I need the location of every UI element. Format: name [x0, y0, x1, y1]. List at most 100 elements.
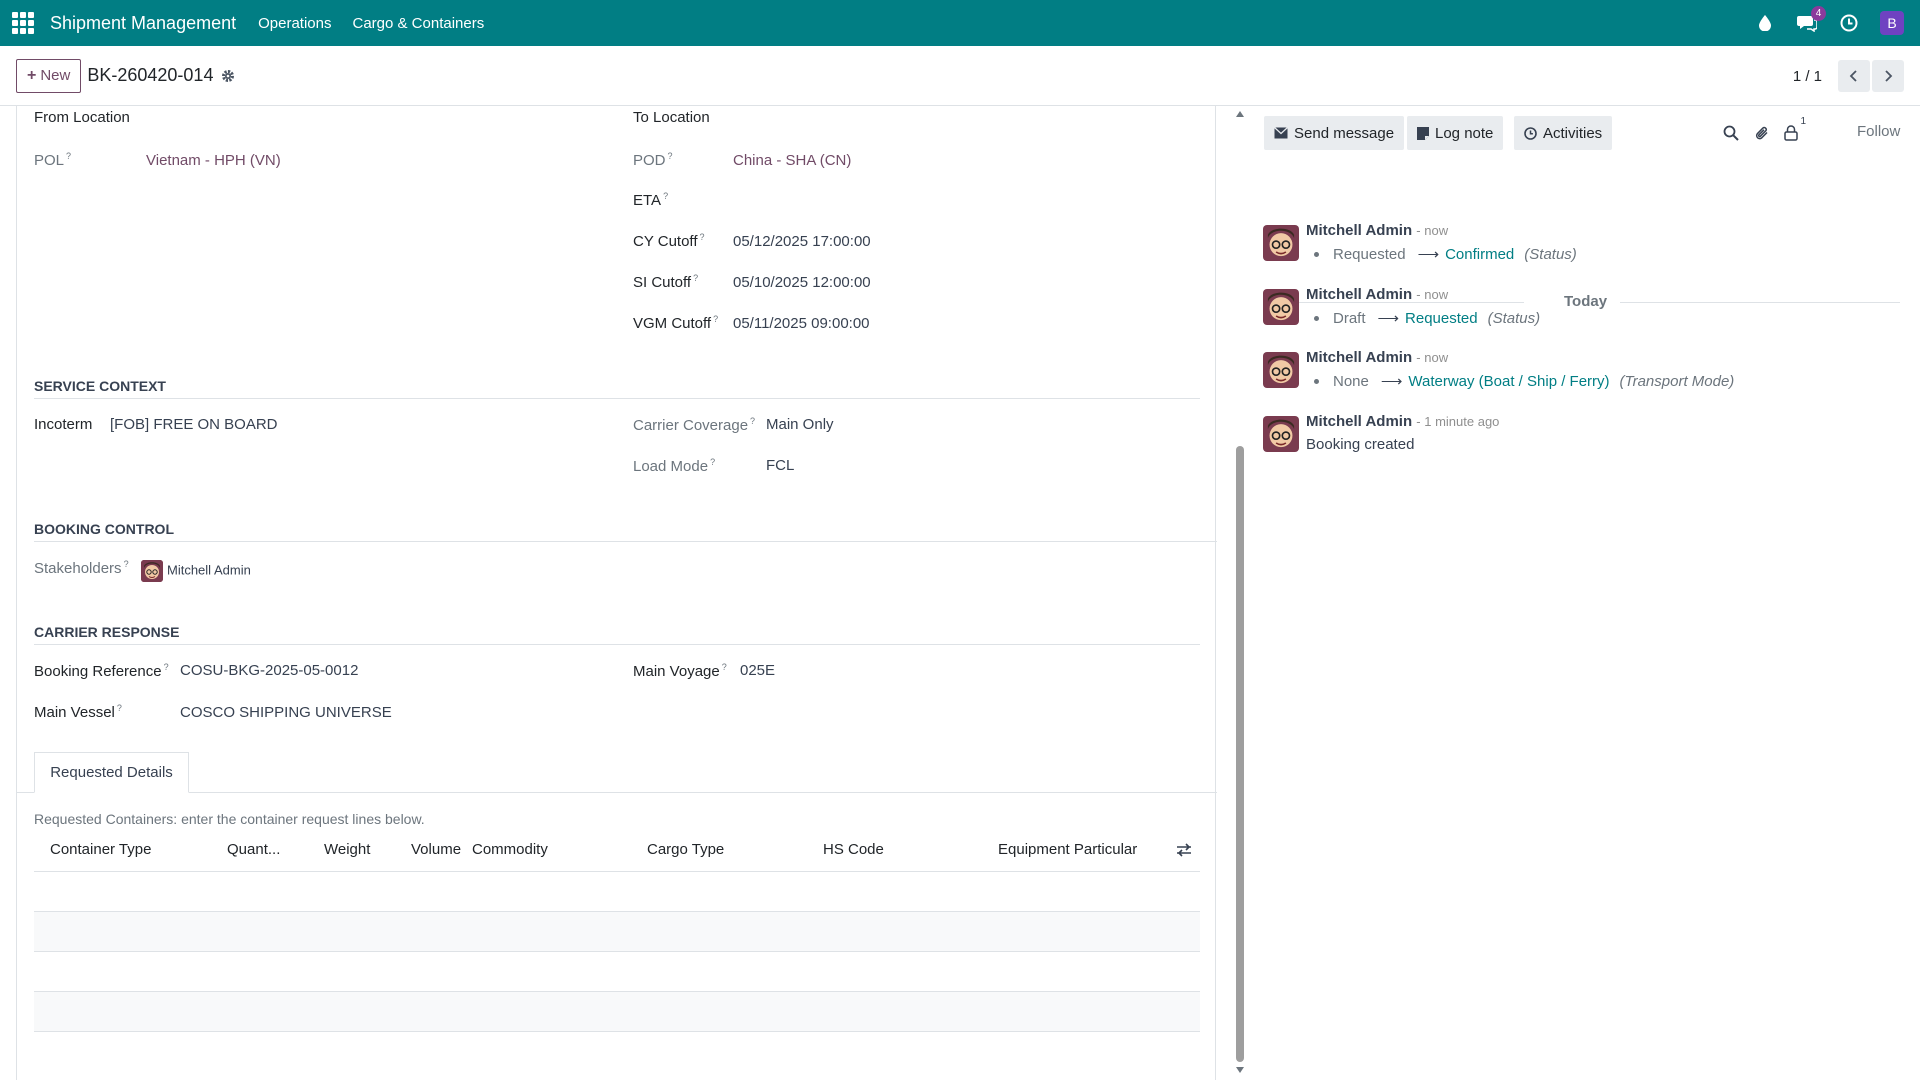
message-author[interactable]: Mitchell Admin - now	[1306, 286, 1448, 303]
column-cargo-type[interactable]: Cargo Type	[647, 841, 724, 858]
scroll-up-arrow-icon[interactable]	[1234, 108, 1246, 120]
log-note-button[interactable]: Log note	[1407, 116, 1504, 150]
menu-cargo-containers[interactable]: Cargo & Containers	[352, 15, 484, 32]
app-brand[interactable]: Shipment Management	[50, 13, 236, 34]
send-message-label: Send message	[1294, 124, 1395, 142]
followers-button[interactable]: 1	[1780, 116, 1806, 144]
follow-button[interactable]: Follow	[1857, 123, 1900, 140]
pod-label: POD?	[633, 151, 673, 169]
stakeholders-label: Stakeholders?	[34, 559, 129, 577]
tab-bar-divider	[17, 792, 1217, 793]
stakeholder-tag[interactable]: Mitchell Admin	[141, 560, 251, 582]
chevron-left-icon	[1849, 70, 1857, 82]
carrier-coverage-field[interactable]: Main Only	[766, 416, 834, 433]
pol-field[interactable]: Vietnam - HPH (VN)	[146, 152, 281, 169]
gear-icon[interactable]	[221, 69, 235, 83]
section-divider	[34, 398, 1200, 399]
eta-field[interactable]	[733, 186, 1193, 212]
droplet-icon[interactable]	[1754, 12, 1776, 34]
arrow-right-icon: ⟶	[1377, 310, 1400, 327]
main-vessel-field[interactable]: COSCO SHIPPING UNIVERSE	[180, 704, 392, 721]
table-row[interactable]	[34, 872, 1200, 912]
cy-cutoff-label: CY Cutoff?	[633, 232, 705, 250]
control-panel: + New BK-260420-014 1 / 1	[0, 46, 1920, 106]
form-scrollbar[interactable]	[1232, 106, 1248, 1080]
followers-count: 1	[1800, 116, 1806, 127]
arrow-right-icon: ⟶	[1417, 246, 1440, 263]
table-row[interactable]	[34, 912, 1200, 952]
today-label: Today	[1564, 293, 1608, 310]
column-equipment-particular[interactable]: Equipment Particular	[998, 841, 1137, 858]
avatar[interactable]	[1263, 352, 1299, 388]
message-author[interactable]: Mitchell Admin - now	[1306, 222, 1448, 239]
activities-button[interactable]: Activities	[1514, 116, 1613, 150]
new-button[interactable]: + New	[16, 58, 82, 93]
incoterm-field[interactable]: [FOB] FREE ON BOARD	[110, 416, 278, 433]
log-note-label: Log note	[1435, 124, 1494, 142]
load-mode-label: Load Mode?	[633, 457, 716, 475]
paperclip-icon[interactable]	[1751, 122, 1773, 144]
column-weight[interactable]: Weight	[324, 841, 370, 858]
table-row[interactable]	[34, 992, 1200, 1032]
main-vessel-label: Main Vessel?	[34, 703, 122, 721]
avatar[interactable]	[1263, 289, 1299, 325]
pager-value[interactable]: 1 / 1	[1793, 68, 1822, 85]
pod-field[interactable]: China - SHA (CN)	[733, 152, 851, 169]
si-cutoff-label: SI Cutoff?	[633, 273, 699, 291]
pol-label: POL?	[34, 151, 72, 169]
activities-label: Activities	[1543, 124, 1603, 142]
column-quantity[interactable]: Quant...	[227, 841, 280, 858]
optional-columns-icon[interactable]	[1176, 842, 1192, 862]
incoterm-label: Incoterm	[34, 416, 93, 433]
section-divider	[34, 541, 1217, 542]
table-row[interactable]	[34, 952, 1200, 992]
vgm-cutoff-label: VGM Cutoff?	[633, 314, 719, 332]
clock-icon[interactable]	[1838, 12, 1860, 34]
tab-requested-details[interactable]: Requested Details	[34, 752, 189, 793]
envelope-icon	[1274, 127, 1288, 139]
scrollbar-thumb[interactable]	[1236, 446, 1244, 1062]
si-cutoff-field[interactable]: 05/10/2025 12:00:00	[733, 274, 871, 291]
to-location-header: To Location	[633, 109, 710, 126]
avatar[interactable]	[1263, 416, 1299, 452]
message-author[interactable]: Mitchell Admin - 1 minute ago	[1306, 413, 1499, 430]
carrier-coverage-label: Carrier Coverage?	[633, 416, 756, 434]
column-container-type[interactable]: Container Type	[50, 841, 151, 858]
send-message-button[interactable]: Send message	[1264, 116, 1405, 150]
cy-cutoff-field[interactable]: 05/12/2025 17:00:00	[733, 233, 871, 250]
vgm-cutoff-field[interactable]: 05/11/2025 09:00:00	[733, 315, 870, 332]
today-divider-right	[1620, 302, 1900, 303]
user-avatar[interactable]: B	[1880, 11, 1904, 35]
service-context-title: SERVICE CONTEXT	[34, 378, 166, 394]
pager-next-button[interactable]	[1872, 60, 1904, 92]
menu-operations[interactable]: Operations	[258, 15, 331, 32]
booking-reference-field[interactable]: COSU-BKG-2025-05-0012	[180, 662, 358, 679]
plus-icon: +	[27, 66, 37, 84]
form-sheet: From Location To Location POL? Vietnam -…	[16, 106, 1217, 1080]
load-mode-field[interactable]: FCL	[766, 457, 794, 474]
avatar[interactable]	[1263, 225, 1299, 261]
avatar	[141, 560, 163, 582]
column-volume[interactable]: Volume	[411, 841, 461, 858]
messages-badge: 4	[1811, 6, 1826, 21]
message-body: Booking created	[1306, 436, 1415, 453]
main-voyage-field[interactable]: 025E	[740, 662, 775, 679]
tab-label: Requested Details	[50, 764, 173, 781]
tracking-value: None ⟶ Waterway (Boat / Ship / Ferry) (T…	[1306, 372, 1734, 390]
eta-label: ETA?	[633, 191, 669, 209]
lock-icon	[1784, 125, 1798, 141]
column-hs-code[interactable]: HS Code	[823, 841, 884, 858]
top-navbar: Shipment Management Operations Cargo & C…	[0, 0, 1920, 46]
booking-reference-label: Booking Reference?	[34, 662, 169, 680]
message-author[interactable]: Mitchell Admin - now	[1306, 349, 1448, 366]
search-icon[interactable]	[1720, 122, 1742, 144]
apps-menu-icon[interactable]	[0, 0, 46, 46]
from-location-header: From Location	[34, 109, 130, 126]
pager-previous-button[interactable]	[1838, 60, 1870, 92]
record-title: BK-260420-014	[87, 65, 214, 85]
messages-icon[interactable]: 4	[1796, 6, 1826, 34]
scroll-down-arrow-icon[interactable]	[1234, 1064, 1246, 1076]
column-commodity[interactable]: Commodity	[472, 841, 548, 858]
requested-containers-hint: Requested Containers: enter the containe…	[34, 811, 425, 827]
chevron-right-icon	[1885, 70, 1893, 82]
